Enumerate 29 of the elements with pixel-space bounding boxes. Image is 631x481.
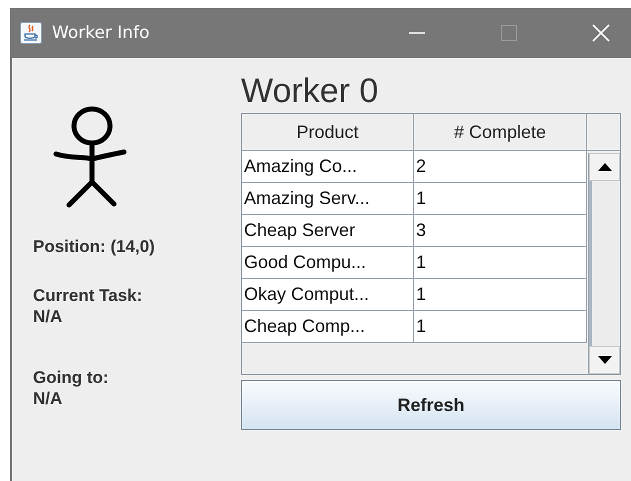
table-cell: 1 (414, 279, 587, 311)
table-cell: 2 (414, 151, 587, 183)
table-cell: 3 (414, 215, 587, 247)
table-cell: 1 (414, 247, 587, 279)
worker-heading: Worker 0 (241, 72, 378, 110)
table-cell: 1 (414, 311, 587, 343)
table-cell: Amazing Co... (242, 151, 414, 183)
close-icon[interactable] (591, 23, 611, 43)
table-cell: Okay Comput... (242, 279, 414, 311)
scrollbar[interactable] (588, 153, 620, 374)
refresh-button[interactable]: Refresh (241, 380, 621, 430)
table-cell: Cheap Comp... (242, 311, 414, 343)
table-cell: Cheap Server (242, 215, 414, 247)
column-header[interactable]: # Complete (414, 114, 587, 151)
cup-icon (20, 22, 42, 44)
table-cell: Good Compu... (242, 247, 414, 279)
up-arrow-icon (598, 163, 612, 171)
column-header[interactable]: Product (242, 114, 414, 151)
scroll-down-button[interactable] (589, 346, 620, 374)
table-cell: Amazing Serv... (242, 183, 414, 215)
table-cell: 1 (414, 183, 587, 215)
current-task-label: Current Task: (33, 285, 142, 306)
going-to-value: N/A (33, 388, 62, 409)
down-arrow-icon (598, 356, 612, 364)
going-to-label: Going to: (33, 367, 109, 388)
window-title: Worker Info (52, 23, 150, 43)
current-task-value: N/A (33, 306, 62, 327)
position-label: Position: (14,0) (33, 236, 155, 257)
scroll-up-button[interactable] (589, 153, 620, 181)
